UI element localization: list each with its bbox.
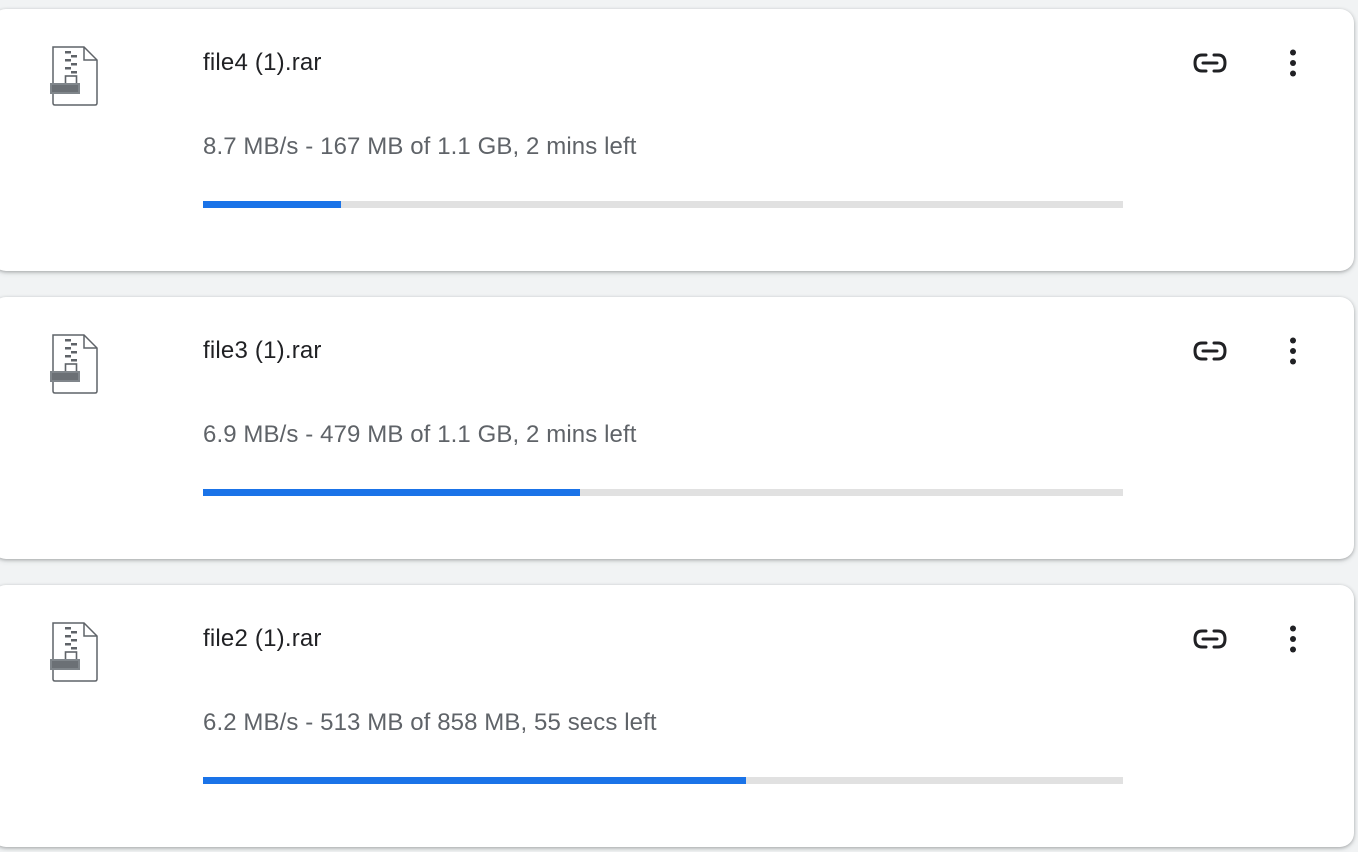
download-status: 6.2 MB/s - 513 MB of 858 MB, 55 secs lef… (203, 709, 657, 736)
zip-archive-icon (50, 45, 100, 107)
progress-bar (203, 489, 1123, 496)
download-status: 8.7 MB/s - 167 MB of 1.1 GB, 2 mins left (203, 133, 637, 160)
more-options-button[interactable] (1278, 621, 1308, 661)
more-options-button[interactable] (1278, 333, 1308, 373)
copy-link-icon (1193, 341, 1227, 366)
download-item: file4 (1).rar 8.7 MB/s - 167 MB of 1.1 G… (0, 9, 1354, 271)
progress-fill (203, 489, 581, 496)
more-options-button[interactable] (1278, 45, 1308, 85)
progress-fill (203, 777, 746, 784)
file-name[interactable]: file3 (1).rar (203, 337, 322, 365)
copy-link-icon (1193, 53, 1227, 78)
file-name[interactable]: file4 (1).rar (203, 49, 322, 77)
copy-link-button[interactable] (1186, 621, 1234, 661)
download-item: file3 (1).rar 6.9 MB/s - 479 MB of 1.1 G… (0, 297, 1354, 559)
downloads-list: file4 (1).rar 8.7 MB/s - 167 MB of 1.1 G… (0, 0, 1358, 852)
zip-archive-icon (50, 333, 100, 395)
more-vert-icon (1289, 625, 1297, 658)
progress-bar (203, 777, 1123, 784)
copy-link-button[interactable] (1186, 45, 1234, 85)
download-status: 6.9 MB/s - 479 MB of 1.1 GB, 2 mins left (203, 421, 637, 448)
progress-bar (203, 201, 1123, 208)
zip-archive-icon (50, 621, 100, 683)
copy-link-icon (1193, 629, 1227, 654)
more-vert-icon (1289, 337, 1297, 370)
copy-link-button[interactable] (1186, 333, 1234, 373)
more-vert-icon (1289, 49, 1297, 82)
progress-fill (203, 201, 341, 208)
download-item: file2 (1).rar 6.2 MB/s - 513 MB of 858 M… (0, 585, 1354, 847)
file-name[interactable]: file2 (1).rar (203, 625, 322, 653)
